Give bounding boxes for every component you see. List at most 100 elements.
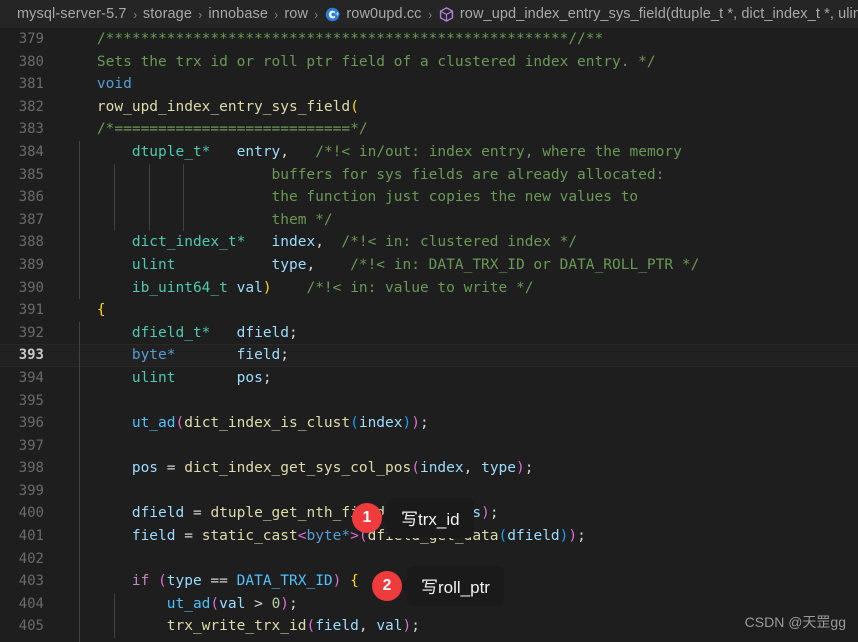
- line-number: 400: [18, 505, 44, 522]
- code-text[interactable]: ut_ad(dict_index_is_clust(index));: [62, 412, 858, 435]
- code-line-386[interactable]: 386 the function just copies the new val…: [0, 186, 858, 209]
- code-text[interactable]: dict_index_t* index, /*!< in: clustered …: [62, 231, 858, 254]
- token: ut_ad: [166, 595, 211, 612]
- token: type: [271, 256, 307, 273]
- token: index: [271, 234, 316, 251]
- annotation-callout: 写roll_ptr: [407, 566, 504, 606]
- breadcrumb-item-5[interactable]: row_upd_index_entry_sys_field(dtuple_t *…: [438, 6, 858, 23]
- token: byte*: [131, 347, 176, 364]
- code-lines-container[interactable]: 379 /***********************************…: [0, 28, 858, 642]
- code-line-390[interactable]: 390 ib_uint64_t val) /*!< in: value to w…: [0, 277, 858, 300]
- breadcrumb-item-3[interactable]: row: [284, 6, 308, 22]
- token: =: [184, 505, 211, 522]
- code-text[interactable]: {: [62, 299, 858, 322]
- token: dfield_t*: [131, 324, 211, 341]
- breadcrumb-item-0[interactable]: mysql-server-5.7: [17, 6, 127, 22]
- code-line-383[interactable]: 383 /*===========================*/: [0, 118, 858, 141]
- line-number: 396: [18, 415, 44, 432]
- code-line-381[interactable]: 381 void: [0, 73, 858, 96]
- breadcrumb-item-label: storage: [142, 6, 192, 22]
- code-line-384[interactable]: 384 dtuple_t* entry, /*!< in/out: index …: [0, 141, 858, 164]
- code-line-380[interactable]: 380 Sets the trx id or roll ptr field of…: [0, 51, 858, 74]
- token: /*!< in: value to write */: [306, 279, 534, 296]
- code-text[interactable]: /*===========================*/: [62, 118, 858, 141]
- token: trx_write_trx_id: [166, 618, 307, 635]
- token: field: [315, 618, 359, 635]
- line-number: 383: [18, 121, 44, 138]
- code-text[interactable]: Sets the trx id or roll ptr field of a c…: [62, 51, 858, 74]
- code-line-397[interactable]: 397: [0, 435, 858, 458]
- breadcrumb-item-label: row_upd_index_entry_sys_field(dtuple_t *…: [459, 6, 858, 22]
- code-text[interactable]: trx_write_trx_id(field, val);: [62, 615, 858, 638]
- code-line-385[interactable]: 385 buffers for sys fields are already a…: [0, 164, 858, 187]
- code-text[interactable]: void: [62, 73, 858, 96]
- token: ): [516, 460, 525, 477]
- code-line-379[interactable]: 379 /***********************************…: [0, 28, 858, 51]
- code-line-398[interactable]: 398 pos = dict_index_get_sys_col_pos(ind…: [0, 457, 858, 480]
- code-text[interactable]: dfield_t* dfield;: [62, 322, 858, 345]
- line-number: 391: [18, 302, 44, 319]
- line-number: 385: [18, 166, 44, 183]
- token: 0: [271, 595, 281, 612]
- token: static_cast: [201, 528, 298, 545]
- token: =: [175, 528, 202, 545]
- token: the function just copies the new values …: [271, 189, 639, 206]
- token: if: [131, 573, 150, 590]
- code-text[interactable]: } else {: [62, 638, 858, 642]
- code-text[interactable]: [62, 390, 858, 413]
- code-line-382[interactable]: 382 row_upd_index_entry_sys_field(: [0, 96, 858, 119]
- code-line-406[interactable]: 406 } else {: [0, 638, 858, 642]
- token: (: [158, 573, 167, 590]
- token: DATA_TRX_ID: [236, 573, 333, 590]
- code-text[interactable]: row_upd_index_entry_sys_field(: [62, 96, 858, 119]
- code-line-389[interactable]: 389 ulint type, /*!< in: DATA_TRX_ID or …: [0, 254, 858, 277]
- breadcrumb-item-1[interactable]: storage: [143, 6, 192, 22]
- line-number: 379: [18, 31, 44, 47]
- code-text[interactable]: [62, 435, 858, 458]
- code-line-387[interactable]: 387 them */: [0, 209, 858, 232]
- code-line-405[interactable]: 405 trx_write_trx_id(field, val);: [0, 615, 858, 638]
- token: ): [481, 505, 490, 522]
- code-line-392[interactable]: 392 dfield_t* dfield;: [0, 322, 858, 345]
- line-number: 401: [18, 528, 44, 545]
- code-text[interactable]: ib_uint64_t val) /*!< in: value to write…: [62, 277, 858, 300]
- token: dict_index_get_sys_col_pos: [184, 460, 412, 477]
- code-text[interactable]: ulint type, /*!< in: DATA_TRX_ID or DATA…: [62, 254, 858, 277]
- breadcrumb-item-4[interactable]: row0upd.cc: [324, 6, 421, 23]
- code-editor[interactable]: 379 /***********************************…: [0, 28, 858, 642]
- breadcrumb-separator: ›: [427, 6, 432, 22]
- code-text[interactable]: pos = dict_index_get_sys_col_pos(index, …: [62, 457, 858, 480]
- code-text[interactable]: the function just copies the new values …: [62, 186, 858, 209]
- token: Sets the trx id or roll ptr field of a c…: [96, 53, 656, 70]
- line-number: 384: [18, 143, 44, 160]
- code-text[interactable]: dtuple_t* entry, /*!< in/out: index entr…: [62, 141, 858, 164]
- line-number: 402: [18, 550, 44, 567]
- code-text[interactable]: them */: [62, 209, 858, 232]
- code-line-391[interactable]: 391 {: [0, 299, 858, 322]
- code-line-395[interactable]: 395: [0, 390, 858, 413]
- code-text[interactable]: /***************************************…: [62, 28, 858, 51]
- code-line-388[interactable]: 388 dict_index_t* index, /*!< in: cluste…: [0, 231, 858, 254]
- code-line-394[interactable]: 394 ulint pos;: [0, 367, 858, 390]
- code-text[interactable]: byte* field;: [62, 344, 858, 367]
- token: ;: [411, 618, 420, 635]
- code-text[interactable]: buffers for sys fields are already alloc…: [62, 164, 858, 187]
- breadcrumb-item-2[interactable]: innobase: [208, 6, 268, 22]
- code-line-396[interactable]: 396 ut_ad(dict_index_is_clust(index));: [0, 412, 858, 435]
- token: dfield: [507, 528, 560, 545]
- method-symbol-icon: [438, 6, 455, 23]
- code-line-393[interactable]: 393 byte* field;: [0, 344, 858, 367]
- token: field: [236, 347, 281, 364]
- token: pos: [236, 369, 263, 386]
- code-text[interactable]: ulint pos;: [62, 367, 858, 390]
